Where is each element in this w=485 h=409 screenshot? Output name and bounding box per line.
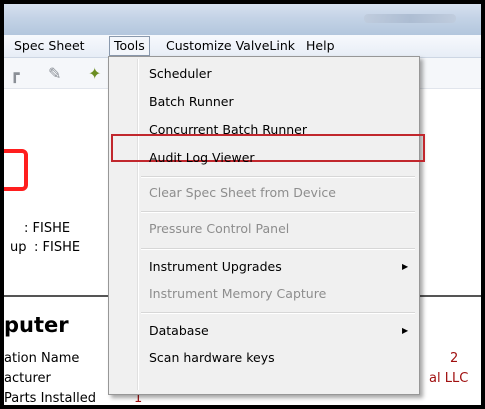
menu-separator bbox=[141, 176, 415, 178]
menu-item-database[interactable]: Database bbox=[149, 323, 209, 338]
menu-gutter bbox=[137, 59, 139, 390]
menu-item-scan-hardware-keys[interactable]: Scan hardware keys bbox=[149, 350, 275, 365]
submenu-arrow-icon: ▶ bbox=[402, 326, 409, 335]
app-window: Spec Sheet Tools Customize ValveLink Hel… bbox=[4, 4, 481, 405]
submenu-arrow-icon: ▶ bbox=[402, 262, 409, 271]
row-value-manufacturer: al LLC bbox=[429, 371, 469, 386]
menu-item-instrument-upgrades[interactable]: Instrument Upgrades bbox=[149, 259, 282, 274]
menu-item-clear-spec-sheet: Clear Spec Sheet from Device bbox=[149, 185, 336, 200]
title-bar-text-faded bbox=[364, 14, 456, 23]
info-label-2: up bbox=[10, 240, 27, 255]
menu-separator bbox=[141, 211, 415, 213]
row-label-manufacturer: acturer bbox=[4, 371, 51, 386]
menu-separator bbox=[141, 312, 415, 314]
menu-item-batch-runner[interactable]: Batch Runner bbox=[149, 94, 234, 109]
status-indicator bbox=[4, 149, 28, 191]
menu-item-instrument-memory-capture: Instrument Memory Capture bbox=[149, 286, 327, 301]
menu-tools[interactable]: Tools bbox=[109, 36, 150, 56]
row-value-name: 2 bbox=[450, 351, 459, 366]
tools-dropdown-menu: Scheduler Batch Runner Concurrent Batch … bbox=[108, 56, 425, 395]
row-label-name: ation Name bbox=[4, 351, 80, 366]
menu-customize-valvelink[interactable]: Customize ValveLink bbox=[162, 37, 299, 55]
row-label-parts: Parts Installed bbox=[4, 391, 96, 405]
menu-separator bbox=[141, 248, 415, 250]
wand-icon[interactable]: ✦ bbox=[88, 64, 101, 83]
toolbar-partial-icon[interactable]: ┏ bbox=[10, 64, 20, 83]
menu-item-pressure-control-panel: Pressure Control Panel bbox=[149, 221, 290, 236]
title-bar bbox=[4, 4, 481, 35]
info-value-2: : FISHE bbox=[34, 240, 81, 255]
menu-help[interactable]: Help bbox=[302, 37, 339, 55]
section-heading: puter bbox=[4, 313, 69, 337]
menu-bar: Spec Sheet Tools Customize ValveLink Hel… bbox=[4, 35, 481, 58]
menu-spec-sheet[interactable]: Spec Sheet bbox=[10, 37, 89, 55]
menu-item-audit-log-viewer[interactable]: Audit Log Viewer bbox=[149, 150, 255, 165]
pencil-icon[interactable]: ✎ bbox=[48, 64, 61, 83]
menu-item-scheduler[interactable]: Scheduler bbox=[149, 66, 212, 81]
info-value-1: : FISHE bbox=[24, 221, 71, 236]
